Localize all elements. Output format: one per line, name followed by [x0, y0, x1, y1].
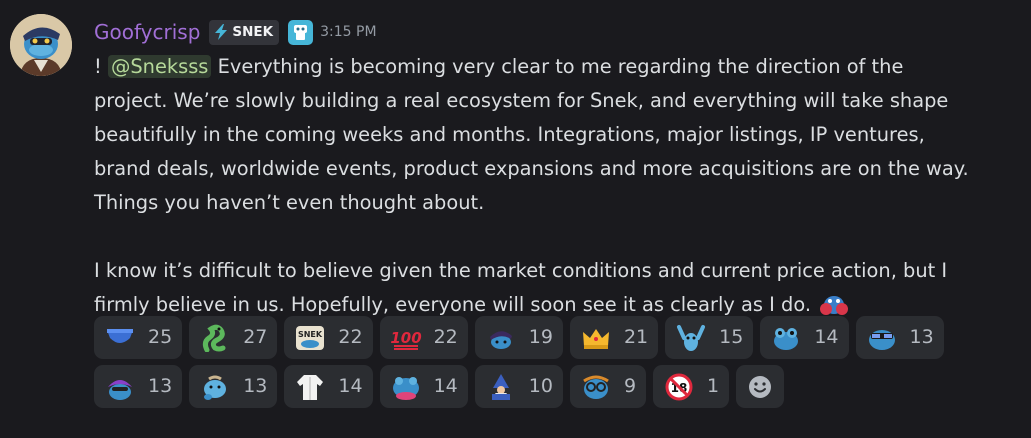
reaction-count: 19: [528, 326, 553, 348]
role-icon[interactable]: [288, 19, 314, 45]
reaction-row: 13 13 14 14 10 9 18: [94, 365, 1004, 408]
message-content: ! @Sneksss Everything is becoming very c…: [94, 50, 1014, 322]
snek-glasses-icon: [580, 373, 612, 401]
svg-text:100: 100: [390, 329, 421, 347]
wizard-icon: [485, 373, 517, 401]
hundred-points-icon: 100: [390, 324, 422, 352]
reactions-bar: 25 27 SNEK 22 100 22 19 21 15 14 13 13 1…: [94, 316, 1004, 414]
add-reaction-smiley-icon: [749, 375, 772, 398]
message-line: brand deals, worldwide events, product e…: [94, 157, 969, 180]
message-timestamp[interactable]: 3:15 PM: [320, 24, 376, 40]
reaction-no-one-under-eighteen[interactable]: 18 1: [653, 365, 730, 408]
reaction-wizard[interactable]: 10: [474, 365, 563, 408]
reaction-count: 13: [909, 326, 934, 348]
reaction-count: 14: [338, 375, 363, 397]
lightning-icon: [215, 24, 228, 40]
blue-briefs-icon: [104, 324, 136, 352]
reaction-row: 25 27 SNEK 22 100 22 19 21 15 14 13: [94, 316, 1004, 359]
reaction-count: 13: [148, 375, 173, 397]
reaction-count: 10: [528, 375, 553, 397]
reaction-snek-frog[interactable]: 14: [760, 316, 849, 359]
user-avatar[interactable]: [10, 14, 72, 76]
reaction-snek-sunglasses[interactable]: 13: [855, 316, 944, 359]
snek-arms-up-icon: [675, 324, 707, 352]
svg-text:SNEK: SNEK: [298, 330, 323, 339]
snek-purple-hair-icon: [104, 373, 136, 401]
green-snake-icon: [199, 324, 231, 352]
reaction-snek-glasses[interactable]: 9: [569, 365, 647, 408]
user-mention[interactable]: @Sneksss: [107, 55, 212, 78]
reaction-count: 22: [338, 326, 363, 348]
reaction-green-snake[interactable]: 27: [189, 316, 278, 359]
no-one-under-eighteen-icon: 18: [663, 373, 695, 401]
message-line: ! @Sneksss Everything is becoming very c…: [94, 50, 1014, 84]
reaction-count: 27: [243, 326, 268, 348]
snek-logo-icon: SNEK: [294, 324, 326, 352]
message-text: Everything is becoming very clear to me …: [211, 55, 904, 78]
reaction-count: 15: [719, 326, 744, 348]
message-prefix: !: [94, 55, 102, 78]
lab-coat-icon: [294, 373, 326, 401]
reaction-snek-pink-frog[interactable]: 14: [379, 365, 468, 408]
reaction-lab-coat[interactable]: 14: [284, 365, 373, 408]
server-tag-label: SNEK: [232, 24, 274, 40]
username[interactable]: Goofycrisp: [94, 17, 200, 47]
reaction-snek-arms-up[interactable]: 15: [665, 316, 754, 359]
snek-frog-icon: [770, 324, 802, 352]
snek-thinking-icon: [199, 373, 231, 401]
message-line: I know it’s difficult to believe given t…: [94, 259, 948, 282]
add-reaction-button[interactable]: [736, 365, 785, 408]
reaction-snek-purple-hair[interactable]: 13: [94, 365, 183, 408]
message-line: Things you haven’t even thought about.: [94, 191, 485, 214]
crown-icon: [580, 324, 612, 352]
reaction-count: 9: [623, 375, 637, 397]
reaction-snek-hat[interactable]: 19: [474, 316, 563, 359]
message-line: project. We’re slowly building a real ec…: [94, 89, 949, 112]
snek-hat-icon: [485, 324, 517, 352]
snek-role-icon: [294, 24, 308, 40]
reaction-snek-thinking[interactable]: 13: [189, 365, 278, 408]
reaction-count: 14: [433, 375, 458, 397]
chat-message: Goofycrisp SNEK 3:15 PM ! @Sneksss Every…: [0, 0, 1031, 438]
paragraph-break: [94, 220, 1014, 254]
snek-avatar-icon: [10, 14, 72, 76]
reaction-count: 1: [707, 375, 720, 397]
reaction-crown[interactable]: 21: [569, 316, 659, 359]
reaction-blue-briefs[interactable]: 25: [94, 316, 183, 359]
reaction-count: 22: [433, 326, 458, 348]
message-header: Goofycrisp SNEK 3:15 PM: [94, 17, 377, 47]
reaction-count: 13: [243, 375, 268, 397]
server-tag[interactable]: SNEK: [209, 19, 280, 45]
snek-pink-frog-icon: [390, 373, 422, 401]
reaction-count: 14: [814, 326, 839, 348]
reaction-snek-logo[interactable]: SNEK 22: [284, 316, 373, 359]
message-line: beautifully in the coming weeks and mont…: [94, 123, 925, 146]
message-text: firmly believe in us. Hopefully, everyon…: [94, 293, 812, 316]
snek-boxing-emoji-icon[interactable]: [819, 291, 849, 317]
reaction-count: 25: [148, 326, 173, 348]
snek-sunglasses-icon: [866, 324, 898, 352]
reaction-hundred-points[interactable]: 100 22: [379, 316, 468, 359]
reaction-count: 21: [623, 326, 649, 348]
